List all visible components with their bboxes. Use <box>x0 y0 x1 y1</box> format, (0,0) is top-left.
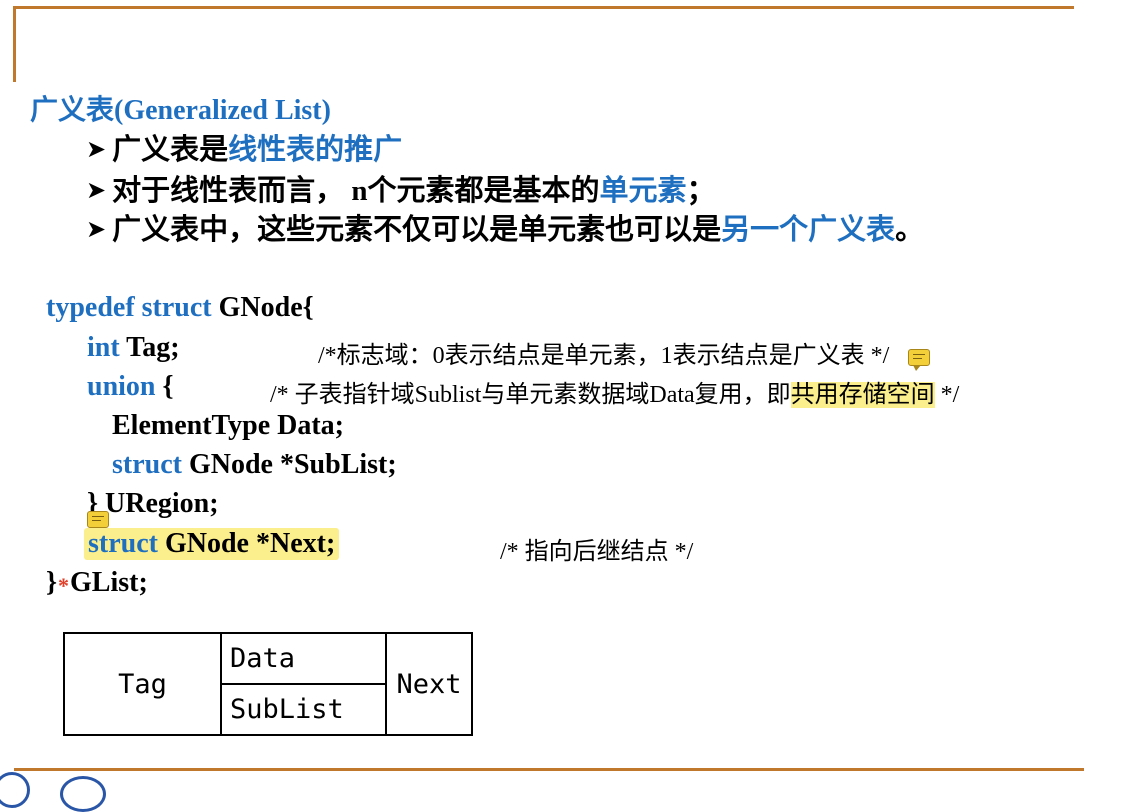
keyword-struct: struct <box>112 449 182 480</box>
arrow-bullet-icon: ➤ <box>86 215 107 243</box>
bullet-2-n: n <box>344 175 368 207</box>
code-line-end-brace: } <box>46 567 58 598</box>
bullet-1-text: 广义表是 <box>112 132 229 166</box>
bullet-2: ➤ 对于线性表而言， n个元素都是基本的单元素； <box>86 167 716 209</box>
bullet-3: ➤ 广义表中，这些元素不仅可以是单元素也可以是另一个广义表。 <box>86 206 924 248</box>
arrow-bullet-icon: ➤ <box>86 135 107 163</box>
bullet-2-text: 对于线性表而言， <box>112 173 345 207</box>
code-text: Tag; <box>119 332 180 363</box>
bullet-2-tail: ； <box>686 173 716 207</box>
left-rule <box>13 6 16 82</box>
keyword-union: union <box>87 371 156 402</box>
code-line-glist: GList; <box>70 567 148 598</box>
keyword-typedef-struct: typedef struct <box>46 292 212 323</box>
bullet-1-highlight: 线性表的推广 <box>228 132 403 166</box>
comment-note-icon[interactable] <box>87 511 109 533</box>
cell-tag: Tag <box>63 632 222 736</box>
code-text: GNode *SubList; <box>181 449 397 480</box>
comment-note-icon[interactable] <box>908 349 930 371</box>
red-asterisk-mark[interactable]: * <box>58 573 69 599</box>
comment-union-text: /* 子表指针域Sublist与单元素数据域Data复用，即 <box>270 382 791 408</box>
cell-next: Next <box>385 632 473 736</box>
code-line-typedef: typedef struct GNode{ <box>46 292 314 324</box>
cell-data: Data <box>220 632 387 685</box>
footer-logo-icon <box>60 776 106 812</box>
code-line-next: struct GNode *Next; <box>84 528 340 560</box>
cell-sublist: SubList <box>220 683 387 736</box>
keyword-int: int <box>87 332 120 363</box>
bullet-2-text2: 个元素都是基本的 <box>367 173 600 207</box>
comment-union-highlight: 共用存储空间 <box>790 382 935 408</box>
code-line-tag: int Tag; <box>87 332 180 364</box>
slide-title: 广义表(Generalized List) <box>30 95 331 126</box>
bullet-2-highlight: 单元素 <box>599 173 687 207</box>
code-line-union: union { <box>87 371 174 403</box>
code-line-data: ElementType Data; <box>112 410 344 441</box>
bullet-3-text: 广义表中，这些元素不仅可以是单元素也可以是 <box>112 212 722 246</box>
bullet-1: ➤ 广义表是线性表的推广 <box>86 126 402 168</box>
bottom-rule <box>14 768 1084 771</box>
code-line-sublist: struct GNode *SubList; <box>112 449 397 481</box>
bullet-3-tail: 。 <box>895 212 925 246</box>
code-text: GNode{ <box>211 292 314 323</box>
comment-next: /* 指向后继结点 */ <box>500 539 694 565</box>
code-text: GNode *Next; <box>157 528 336 559</box>
comment-tag: /*标志域：0表示结点是单元素，1表示结点是广义表 */ <box>318 343 890 369</box>
keyword-struct: struct <box>88 528 158 559</box>
comment-union: /* 子表指针域Sublist与单元素数据域Data复用，即共用存储空间 */ <box>270 374 959 409</box>
top-rule <box>14 6 1074 9</box>
code-text: { <box>155 371 174 402</box>
footer-logo-icon <box>0 772 30 808</box>
node-structure-table: Tag Data Next SubList <box>63 632 473 736</box>
arrow-bullet-icon: ➤ <box>86 176 107 204</box>
comment-union-tail: */ <box>934 382 960 408</box>
bullet-3-highlight: 另一个广义表 <box>721 212 896 246</box>
